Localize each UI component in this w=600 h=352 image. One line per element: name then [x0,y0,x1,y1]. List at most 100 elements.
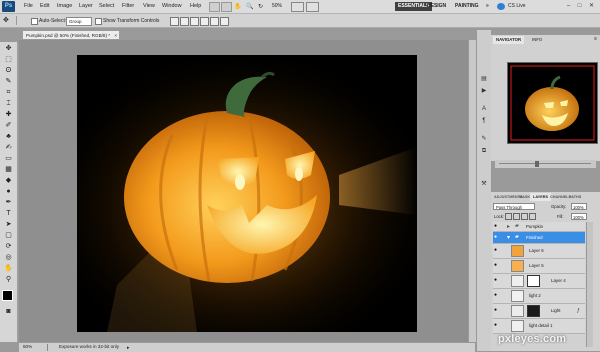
zoom-tool-icon[interactable]: ⚲ [3,275,14,285]
shape-tool-icon[interactable]: ▢ [3,231,14,241]
align-buttons[interactable] [170,17,230,26]
minimize-icon[interactable]: – [564,2,573,10]
lasso-tool-icon[interactable]: ʘ [3,66,14,76]
clone-source-panel-icon[interactable]: ⧉ [479,147,489,156]
cs-live-icon[interactable] [497,3,505,10]
menu-file[interactable]: File [24,3,33,9]
layer-effects-icon[interactable]: ƒ [577,308,580,314]
workspace-more[interactable]: » [483,2,492,11]
lock-all-icon[interactable] [529,213,536,220]
layer-row-layer-5[interactable]: ● Layer 5 [493,259,585,274]
layer-row-light[interactable]: ● Light ƒ [493,304,585,319]
layer-mask-thumbnail[interactable] [527,305,540,317]
marquee-tool-icon[interactable]: ⬚ [3,55,14,65]
visibility-eye-icon[interactable]: ● [494,235,500,240]
document-tab[interactable]: Pumpkin.psd @ 50% (Finished, RGB/8) * × [22,30,120,39]
visibility-eye-icon[interactable]: ● [494,293,500,298]
quick-mask-icon[interactable]: ◙ [3,307,14,317]
history-brush-tool-icon[interactable]: ✍ [3,143,14,153]
dodge-tool-icon[interactable]: ● [3,187,14,197]
opacity-input[interactable]: 100% [571,203,587,210]
tab-info[interactable]: INFO [529,36,545,44]
close-document-icon[interactable]: × [114,31,117,40]
auto-select-dropdown[interactable]: Group [66,17,92,26]
lock-position-icon[interactable] [521,213,528,220]
workspace-painting[interactable]: PAINTING [452,2,482,11]
tab-navigator[interactable]: NAVIGATOR [493,36,525,44]
layer-row-layer-6[interactable]: ● Layer 6 [493,244,585,259]
rotate-view-icon[interactable]: ↻ [258,3,263,10]
auto-select-checkbox[interactable] [31,18,38,25]
3d-rotate-tool-icon[interactable]: ⟳ [3,242,14,252]
maximize-icon[interactable]: □ [575,2,584,10]
layer-row-pumpkin[interactable]: ● ▸ ▰ Pumpkin [493,222,585,232]
group-arrow-icon[interactable]: ▸ [507,224,515,230]
quick-select-tool-icon[interactable]: ✎ [3,77,14,87]
close-window-icon[interactable]: ✕ [587,2,596,10]
lock-transparent-icon[interactable] [505,213,512,220]
blur-tool-icon[interactable]: ◆ [3,176,14,186]
menu-filter[interactable]: Filter [122,3,134,9]
menu-image[interactable]: Image [57,3,72,9]
actions-panel-icon[interactable]: ▶ [479,87,489,96]
move-tool-icon[interactable]: ✥ [3,44,14,54]
pen-tool-icon[interactable]: ✒ [3,198,14,208]
menu-layer[interactable]: Layer [79,3,93,9]
status-menu-arrow-icon[interactable]: ▸ [127,345,130,351]
arrange-documents-icon[interactable] [291,2,304,12]
workspace-design[interactable]: DESIGN [424,2,449,11]
character-panel-icon[interactable]: A [479,105,489,114]
healing-brush-tool-icon[interactable]: ✚ [3,110,14,120]
launch-mini-bridge-icon[interactable] [221,2,232,12]
crop-tool-icon[interactable]: ⌗ [3,88,14,98]
navigator-zoom-slider[interactable] [495,160,596,168]
3d-orbit-tool-icon[interactable]: ◎ [3,253,14,263]
brush-tool-icon[interactable]: ✐ [3,121,14,131]
hand-tool-icon[interactable]: ✋ [234,3,241,10]
visibility-eye-icon[interactable]: ● [494,248,500,253]
visibility-eye-icon[interactable]: ● [494,263,500,268]
menu-help[interactable]: Help [190,3,201,9]
group-arrow-icon[interactable]: ▾ [507,235,515,241]
launch-bridge-icon[interactable] [209,2,220,12]
zoom-tool-icon[interactable]: 🔍 [246,3,253,10]
eyedropper-tool-icon[interactable]: ⌶ [3,99,14,109]
layer-row-light-detail-1[interactable]: ● light detail 1 [493,319,585,334]
history-panel-icon[interactable]: ▤ [479,75,489,84]
zoom-level[interactable]: 50% [272,3,282,9]
blend-mode-dropdown[interactable]: Pass Through [493,203,535,210]
layer-mask-thumbnail[interactable] [527,275,540,287]
layer-row-finished[interactable]: ● ▾ ▰ Finished [493,232,585,244]
screen-mode-icon[interactable] [306,2,319,12]
clone-stamp-tool-icon[interactable]: ♣ [3,132,14,142]
tools-toggle-icon[interactable]: ⚒ [479,180,489,189]
layers-scrollbar[interactable] [586,222,593,347]
layer-row-light-2[interactable]: ● light 2 [493,289,585,304]
navigator-thumbnail[interactable] [507,62,598,144]
type-tool-icon[interactable]: T [3,209,14,219]
path-selection-tool-icon[interactable]: ➤ [3,220,14,230]
layer-row-layer-4[interactable]: ● Layer 4 [493,274,585,289]
visibility-eye-icon[interactable]: ● [494,308,500,313]
menu-window[interactable]: Window [162,3,182,9]
menu-view[interactable]: View [143,3,155,9]
visibility-eye-icon[interactable]: ● [494,278,500,283]
cs-live-label[interactable]: CS Live [508,3,526,9]
move-tool-preset-icon[interactable]: ✥ [3,16,13,25]
status-zoom[interactable]: 50% [23,344,32,349]
visibility-eye-icon[interactable]: ● [494,323,500,328]
gradient-tool-icon[interactable]: ▦ [3,165,14,175]
brush-panel-icon[interactable]: ✎ [479,135,489,144]
menu-edit[interactable]: Edit [40,3,49,9]
vertical-scrollbar[interactable] [468,40,476,342]
menu-select[interactable]: Select [99,3,114,9]
hand-tool-icon[interactable]: ✋ [3,264,14,274]
paragraph-panel-icon[interactable]: ¶ [479,117,489,126]
lock-pixels-icon[interactable] [513,213,520,220]
show-transform-checkbox[interactable] [95,18,102,25]
panel-menu-icon[interactable]: ≡ [594,36,597,42]
eraser-tool-icon[interactable]: ▭ [3,154,14,164]
foreground-color-swatch[interactable] [2,290,13,301]
fill-input[interactable]: 100% [571,213,587,220]
visibility-eye-icon[interactable]: ● [494,224,500,229]
